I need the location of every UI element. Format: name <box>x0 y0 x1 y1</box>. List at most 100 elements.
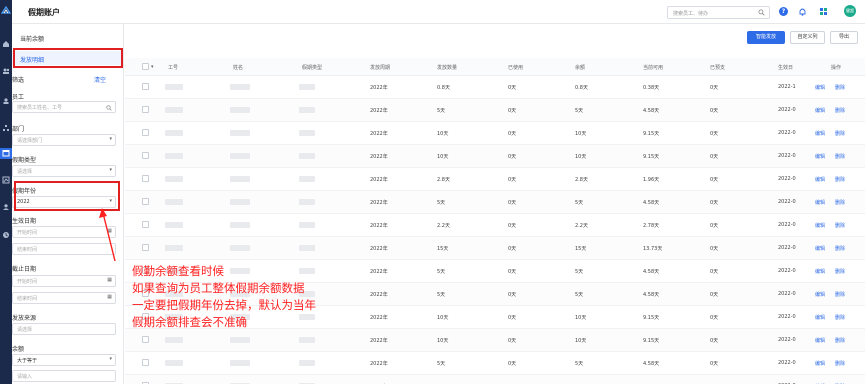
cell-grant-amount: 5天 <box>437 200 446 206</box>
clear-filter-button[interactable]: 清空 <box>94 75 106 84</box>
edit-link[interactable]: 编辑 <box>815 222 825 229</box>
select-all-checkbox[interactable] <box>142 63 149 70</box>
edit-link[interactable]: 编辑 <box>815 337 825 344</box>
row-checkbox[interactable] <box>142 198 149 205</box>
edit-link[interactable]: 编辑 <box>815 130 825 137</box>
row-checkbox[interactable] <box>142 336 149 343</box>
delete-link[interactable]: 删除 <box>835 84 845 91</box>
edit-link[interactable]: 编辑 <box>815 176 825 183</box>
table-row[interactable]: 2022年 10天 0天 10天 9.15天 0天 2022-0 编辑 删除 <box>125 145 865 168</box>
edit-link[interactable]: 编辑 <box>815 291 825 298</box>
delete-link[interactable]: 删除 <box>835 268 845 275</box>
notification-icon[interactable] <box>798 7 807 16</box>
row-checkbox[interactable] <box>142 359 149 366</box>
cell-effective-date: 2022-0 <box>778 222 796 228</box>
delete-link[interactable]: 删除 <box>835 314 845 321</box>
row-checkbox[interactable] <box>142 221 149 228</box>
row-checkbox[interactable] <box>142 129 149 136</box>
blurred-name <box>230 245 250 251</box>
row-checkbox[interactable] <box>142 244 149 251</box>
cell-advanced: 0天 <box>710 361 719 367</box>
table-row[interactable]: 2022年 2.2天 0天 2.2天 2.78天 0天 2022-0 编辑 删除 <box>125 214 865 237</box>
employee-search-field[interactable]: 搜索员工姓名、工号 <box>12 101 116 113</box>
delete-link[interactable]: 删除 <box>835 360 845 367</box>
balance-value-input[interactable]: 请输入 <box>12 370 116 382</box>
smart-grant-button[interactable]: 智能发放 <box>747 31 785 44</box>
cell-effective-date: 2022-0 <box>778 130 796 136</box>
home-icon[interactable] <box>2 40 10 48</box>
delete-link[interactable]: 删除 <box>835 245 845 252</box>
cell-grant-amount: 10天 <box>437 131 449 137</box>
cell-used: 0天 <box>508 108 517 114</box>
nav-current-balance[interactable]: 当前余额 <box>12 30 123 44</box>
table-row[interactable]: 2022年 15天 0天 15天 13.73天 0天 2022-0 编辑 删除 <box>125 237 865 260</box>
edit-link[interactable]: 编辑 <box>815 153 825 160</box>
user-icon[interactable] <box>2 203 10 211</box>
leave-type-placeholder: 请选择 <box>17 169 33 175</box>
table-row[interactable]: 2022年 2.8天 0天 2.8天 1.96天 0天 2022-0 编辑 删除 <box>125 168 865 191</box>
edit-link[interactable]: 编辑 <box>815 268 825 275</box>
blurred-employee-id <box>165 360 183 366</box>
calendar-nav-active[interactable] <box>0 148 12 159</box>
people-icon[interactable] <box>2 97 10 105</box>
balance-operator-value: 大于等于 <box>17 358 38 364</box>
row-checkbox[interactable] <box>142 106 149 113</box>
delete-link[interactable]: 删除 <box>835 291 845 298</box>
table-row[interactable]: 2022年5天0天5天4.58天0天2022-0编辑删除 <box>125 99 865 122</box>
delete-link[interactable]: 删除 <box>835 337 845 344</box>
delete-link[interactable]: 删除 <box>835 153 845 160</box>
avatar[interactable]: 健超 <box>844 5 856 17</box>
source-placeholder: 请选择 <box>17 327 33 333</box>
row-checkbox[interactable] <box>142 83 149 90</box>
balance-operator-select[interactable]: 大于等于 ▾ <box>12 354 116 366</box>
source-select[interactable]: 请选择 <box>12 323 116 335</box>
delete-link[interactable]: 删除 <box>835 130 845 137</box>
calendar-icon <box>2 150 10 157</box>
delete-link[interactable]: 删除 <box>835 199 845 206</box>
department-select[interactable]: 请选择部门 ▾ <box>12 134 116 146</box>
custom-columns-button[interactable]: 自定义列 <box>790 31 825 44</box>
cell-used: 0天 <box>508 269 517 275</box>
cell-grant-period: 2022年 <box>370 177 388 183</box>
row-checkbox[interactable] <box>142 175 149 182</box>
help-icon[interactable]: ? <box>779 7 788 16</box>
edit-link[interactable]: 编辑 <box>815 107 825 114</box>
table-row[interactable]: 2022年 10天 0天 10天 9.15天 0天 2022-0 编辑 删除 <box>125 122 865 145</box>
edit-link[interactable]: 编辑 <box>815 314 825 321</box>
delete-link[interactable]: 删除 <box>835 222 845 229</box>
col-leave-type: 假期类型 <box>302 65 323 71</box>
org-icon[interactable] <box>2 124 10 132</box>
search-icon[interactable] <box>758 9 765 16</box>
export-button[interactable]: 导出 <box>830 31 858 44</box>
expiry-start-placeholder: 开始时间 <box>17 279 38 285</box>
edit-link[interactable]: 编辑 <box>815 245 825 252</box>
table-row[interactable]: 2022年5天0天5天4.58天0天2022-0编辑删除 <box>125 375 865 384</box>
cell-effective-date: 2022-0 <box>778 107 796 113</box>
edit-link[interactable]: 编辑 <box>815 84 825 91</box>
user-group-icon[interactable] <box>2 67 10 75</box>
blurred-employee-id <box>165 176 183 182</box>
cell-balance: 5天 <box>575 361 584 367</box>
expiry-date-start[interactable]: 开始时间 ▦ <box>12 275 116 287</box>
chart-icon[interactable] <box>2 176 10 184</box>
clock-icon[interactable] <box>2 231 10 239</box>
search-input[interactable]: 搜索员工、待办 <box>667 6 770 19</box>
expiry-date-end[interactable]: 结束时间 ▦ <box>12 292 116 304</box>
edit-link[interactable]: 编辑 <box>815 360 825 367</box>
apps-grid-icon[interactable] <box>819 7 828 16</box>
edit-link[interactable]: 编辑 <box>815 199 825 206</box>
delete-link[interactable]: 删除 <box>835 107 845 114</box>
table-row[interactable]: 2022年 10天 0天 10天 9.15天 0天 2022-0 编辑 删除 <box>125 329 865 352</box>
cell-grant-period: 2022年 <box>370 246 388 252</box>
annotation-line: 假期余额排查会不准确 <box>132 315 247 329</box>
cell-available: 9.15天 <box>643 131 660 137</box>
row-checkbox[interactable] <box>142 152 149 159</box>
table-row[interactable]: 2022年5天0天5天4.58天0天2022-0编辑删除 <box>125 352 865 375</box>
table-row[interactable]: 2022年 0.8天 0天 0.8天 0.38天 0天 2022-1 编辑 删除 <box>125 76 865 99</box>
checkbox-dropdown-icon[interactable]: ▾ <box>151 64 154 70</box>
blurred-leave-type <box>299 153 315 159</box>
cell-advanced: 0天 <box>710 223 719 229</box>
delete-link[interactable]: 删除 <box>835 176 845 183</box>
leave-type-select[interactable]: 请选择 ▾ <box>12 165 116 177</box>
table-row[interactable]: 2022年5天0天5天4.58天0天2022-0编辑删除 <box>125 191 865 214</box>
